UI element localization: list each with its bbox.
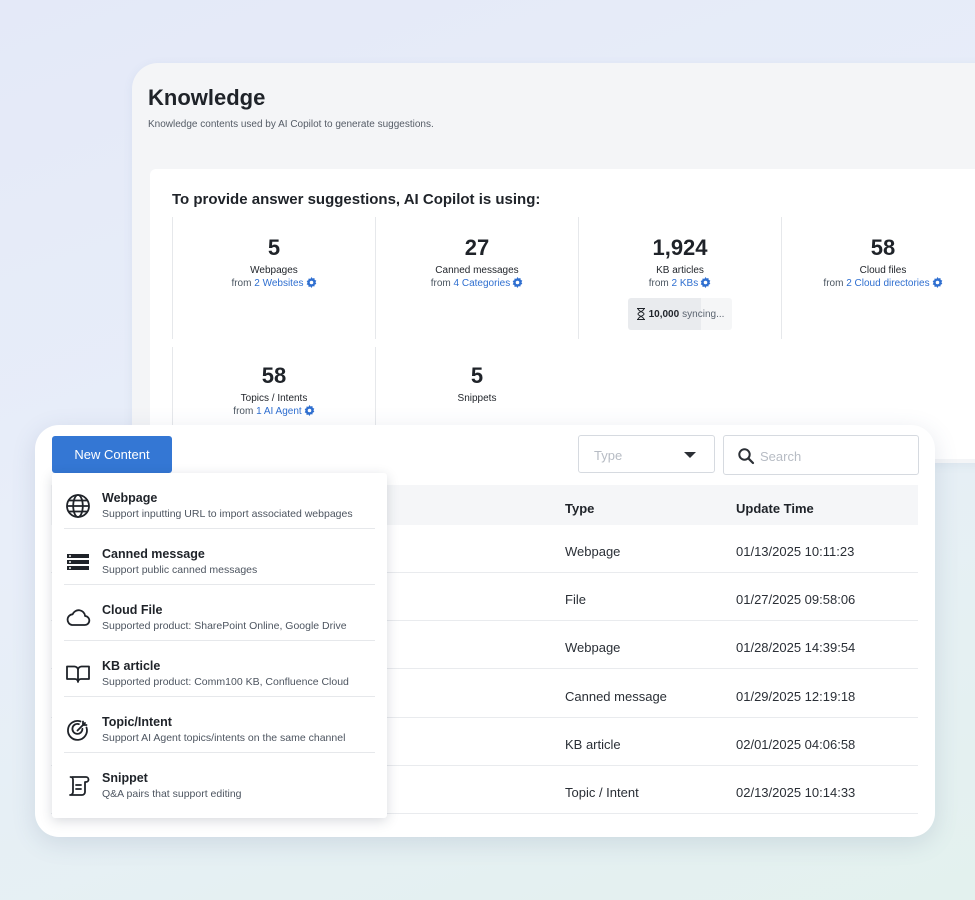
globe-icon [66,494,90,518]
cell-type: Canned message [565,689,667,704]
sync-count: 10,000 [648,308,680,320]
stat-label: Topics / Intents [240,393,308,404]
menu-item-desc: Support AI Agent topics/intents on the s… [102,732,346,744]
page-subtitle: Knowledge contents used by AI Copilot to… [148,119,434,130]
cell-type: Webpage [565,544,621,559]
stat-label: Cloud files [859,265,907,276]
book-icon [66,665,90,683]
type-filter-placeholder: Type [594,448,623,463]
stat-source-link[interactable]: 4 Categories [454,278,511,289]
stat-source-link[interactable]: 1 AI Agent [256,406,302,417]
stat-count: 58 [261,363,287,388]
cell-type: File [565,592,586,607]
stat-source: from 1 AI Agent [173,405,375,418]
stat-label: Canned messages [435,265,519,276]
menu-item-title: Cloud File [102,603,163,617]
stats-panel: To provide answer suggestions, AI Copilo… [150,169,975,459]
stat-source: from 2 KBs [579,277,781,290]
canned-message-icon [67,554,89,570]
column-header-update-time[interactable]: Update Time [736,501,814,516]
menu-item-snippet[interactable]: Snippet Q&A pairs that support editing [52,753,387,809]
menu-item-title: KB article [102,659,161,673]
cell-update-time: 01/27/2025 09:58:06 [736,592,856,607]
sync-status-badge: 10,000 syncing... [627,298,733,330]
gear-icon[interactable] [306,277,317,288]
cell-update-time: 01/29/2025 12:19:18 [736,689,856,704]
knowledge-panel: Knowledge Knowledge contents used by AI … [132,63,975,463]
type-filter-select[interactable]: Type [578,435,715,473]
stat-cloud-files: 58 Cloud files from 2 Cloud directories [781,217,975,339]
menu-item-topic-intent[interactable]: Topic/Intent Support AI Agent topics/int… [52,697,387,753]
stat-source: from 4 Categories [376,277,578,290]
page-title: Knowledge [148,85,266,110]
hourglass-icon [636,308,645,320]
menu-item-title: Topic/Intent [102,715,172,729]
stat-webpages: 5 Webpages from 2 Websites [172,217,375,339]
cell-update-time: 01/13/2025 10:11:23 [736,544,855,559]
menu-item-desc: Supported product: SharePoint Online, Go… [102,620,347,632]
menu-item-title: Canned message [102,547,205,561]
cell-update-time: 01/28/2025 14:39:54 [736,640,856,655]
cell-update-time: 02/01/2025 04:06:58 [736,737,856,752]
menu-item-webpage[interactable]: Webpage Support inputting URL to import … [52,473,387,529]
cell-type: KB article [565,737,621,752]
menu-item-cloud-file[interactable]: Cloud File Supported product: SharePoint… [52,585,387,641]
stat-canned-messages: 27 Canned messages from 4 Categories [375,217,578,339]
stat-source: from 2 Websites [173,277,375,290]
gear-icon[interactable] [932,277,943,288]
caret-down-icon [684,452,696,458]
stat-source: from 2 Cloud directories [782,277,975,290]
cell-update-time: 02/13/2025 10:14:33 [736,785,856,800]
gear-icon[interactable] [700,277,711,288]
target-icon [67,720,88,741]
menu-item-title: Webpage [102,491,158,505]
stat-count: 5 [267,235,281,260]
menu-item-kb-article[interactable]: KB article Supported product: Comm100 KB… [52,641,387,697]
stat-count: 27 [464,235,490,260]
stat-kb-articles: 1,924 KB articles from 2 KBs 10,000 sync… [578,217,781,339]
menu-item-canned-message[interactable]: Canned message Support public canned mes… [52,529,387,585]
new-content-button[interactable]: New Content [52,436,172,473]
menu-item-title: Snippet [102,771,148,785]
sync-text: syncing... [682,308,725,320]
stat-count: 1,924 [652,235,708,260]
search-placeholder: Search [760,449,802,464]
cell-type: Webpage [565,640,621,655]
content-list-panel: New Content Type Search Type Update Time… [35,425,935,837]
stat-label: KB articles [656,265,704,276]
cloud-icon [66,609,91,626]
cell-type: Topic / Intent [565,785,639,800]
stat-label: Snippets [457,393,497,404]
search-icon [738,448,755,465]
stat-count: 58 [870,235,896,260]
new-content-menu: Webpage Support inputting URL to import … [52,473,387,818]
stat-source-link[interactable]: 2 Websites [254,278,303,289]
stat-label: Webpages [250,265,298,276]
stat-source-link[interactable]: 2 Cloud directories [846,278,929,289]
stat-source-link[interactable]: 2 KBs [672,278,699,289]
stats-heading: To provide answer suggestions, AI Copilo… [172,191,541,208]
gear-icon[interactable] [512,277,523,288]
menu-item-desc: Supported product: Comm100 KB, Confluenc… [102,676,349,688]
search-input[interactable]: Search [723,435,919,475]
menu-item-desc: Support public canned messages [102,564,258,576]
menu-item-desc: Q&A pairs that support editing [102,788,242,800]
stat-count: 5 [470,363,484,388]
column-header-type[interactable]: Type [565,501,594,516]
gear-icon[interactable] [304,405,315,416]
menu-item-desc: Support inputting URL to import associat… [102,508,353,520]
scroll-icon [69,776,90,796]
